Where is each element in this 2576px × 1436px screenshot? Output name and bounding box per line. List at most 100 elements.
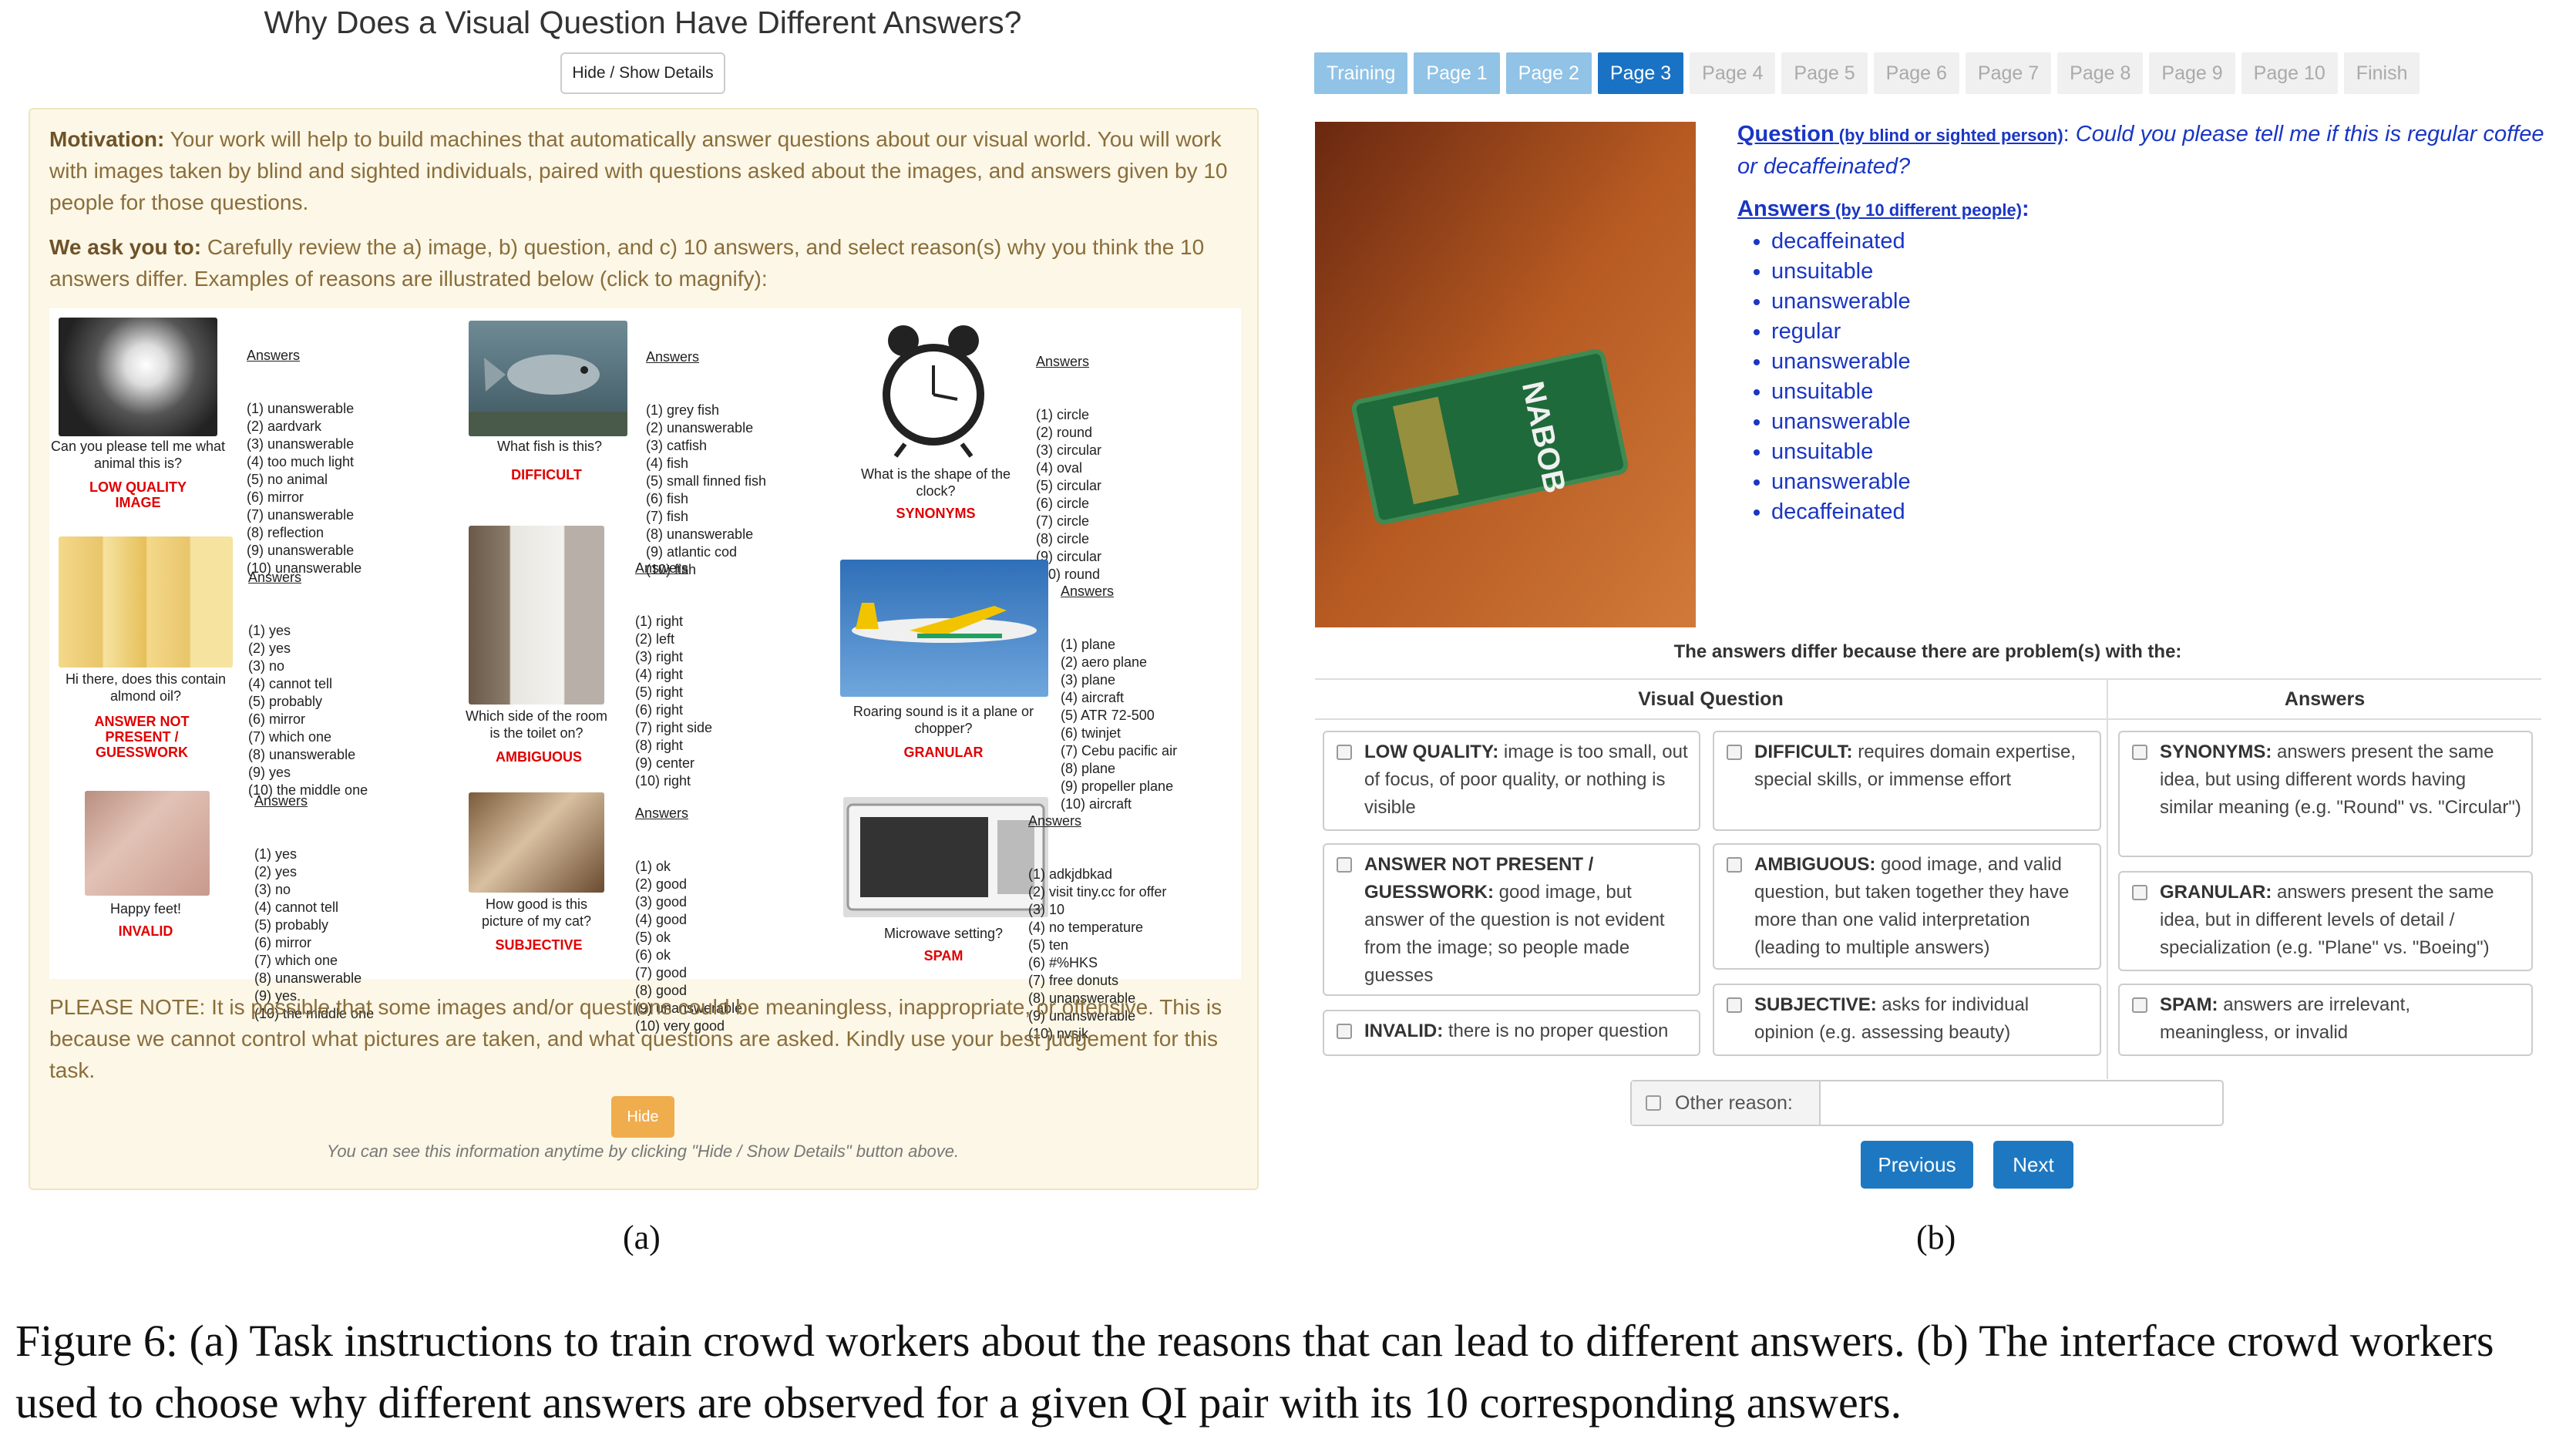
example-caption: What is the shape of the clock? xyxy=(860,466,1011,499)
tab-training[interactable]: Training xyxy=(1314,52,1408,94)
reason-subjective[interactable]: SUBJECTIVE: asks for individual opinion … xyxy=(1713,984,2101,1056)
checkbox[interactable] xyxy=(1337,1024,1352,1039)
answer-item: unsuitable xyxy=(1771,437,2030,467)
other-reason-label[interactable]: Other reason: xyxy=(1632,1081,1821,1125)
checkbox[interactable] xyxy=(1337,857,1352,873)
ask-label: We ask you to: xyxy=(49,235,202,259)
instructions-title: Why Does a Visual Question Have Differen… xyxy=(264,5,1022,40)
other-reason-group: Other reason: xyxy=(1630,1080,2224,1126)
answer-item: decaffeinated xyxy=(1771,227,2030,257)
tab-page-9[interactable]: Page 9 xyxy=(2149,52,2235,94)
example-image-microwave[interactable] xyxy=(843,797,1048,917)
example-image-lotion[interactable] xyxy=(59,536,233,668)
tab-page-10[interactable]: Page 10 xyxy=(2241,52,2338,94)
answers-label: Answers (by 10 different people) xyxy=(1737,197,2023,221)
question-image: NABOB xyxy=(1315,122,1696,627)
tab-page-6[interactable]: Page 6 xyxy=(1873,52,1959,94)
reason-low-quality[interactable]: LOW QUALITY: image is too small, out of … xyxy=(1323,731,1700,831)
tab-page-2[interactable]: Page 2 xyxy=(1505,52,1592,94)
example-reason-answer-not-present: ANSWER NOT PRESENT / GUESSWORK xyxy=(94,714,190,760)
question-block: Question (by blind or sighted person): C… xyxy=(1737,122,2544,179)
reason-spam[interactable]: SPAM: answers are irrelevant, meaningles… xyxy=(2118,984,2533,1056)
example-image-clock[interactable] xyxy=(874,319,993,458)
reason-invalid[interactable]: INVALID: there is no proper question xyxy=(1323,1010,1700,1056)
reason-difficult[interactable]: DIFFICULT: requires domain expertise, sp… xyxy=(1713,731,2101,831)
checkbox[interactable] xyxy=(2132,885,2147,900)
reason-synonyms[interactable]: SYNONYMS: answers present the same idea,… xyxy=(2118,731,2533,857)
tab-page-3[interactable]: Page 3 xyxy=(1597,52,1684,94)
example-image-fish[interactable] xyxy=(469,321,627,436)
reason-ambiguous[interactable]: AMBIGUOUS: good image, and valid questio… xyxy=(1713,843,2101,970)
example-caption: Can you please tell me what animal this … xyxy=(50,439,226,471)
example-caption: Roaring sound is it a plane or chopper? xyxy=(853,704,1034,736)
checkbox[interactable] xyxy=(2132,745,2147,760)
fish-icon xyxy=(469,355,627,436)
answer-item: unanswerable xyxy=(1771,347,2030,377)
example-reason-synonyms: SYNONYMS xyxy=(896,506,976,521)
figure-caption: Figure 6: (a) Task instructions to train… xyxy=(15,1316,2494,1428)
answer-item: unanswerable xyxy=(1771,467,2030,497)
checkbox[interactable] xyxy=(1727,857,1742,873)
column-header-visual-question: Visual Question xyxy=(1315,678,2107,720)
airplane-icon xyxy=(852,603,1037,643)
checkbox[interactable] xyxy=(1337,745,1352,760)
example-caption: Microwave setting? xyxy=(883,926,1004,941)
column-header-answers: Answers xyxy=(2108,678,2541,720)
answer-item: unanswerable xyxy=(1771,407,2030,437)
other-reason-input[interactable] xyxy=(1821,1081,2222,1125)
answer-item: regular xyxy=(1771,317,2030,347)
example-reason-invalid: INVALID xyxy=(118,923,173,939)
tab-page-7[interactable]: Page 7 xyxy=(1965,52,2052,94)
checkbox[interactable] xyxy=(1646,1095,1661,1111)
example-image-cat[interactable] xyxy=(469,792,604,893)
alarm-clock-icon xyxy=(883,325,984,458)
reason-answer-not-present[interactable]: ANSWER NOT PRESENT / GUESSWORK: good ima… xyxy=(1323,843,1700,996)
tab-page-4[interactable]: Page 4 xyxy=(1690,52,1776,94)
question-label: Question (by blind or sighted person) xyxy=(1737,122,2063,146)
example-caption: Hi there, does this contain almond oil? xyxy=(65,671,227,704)
page-tabs: Training Page 1 Page 2 Page 3 Page 4 Pag… xyxy=(1314,52,2420,94)
reason-granular[interactable]: GRANULAR: answers present the same idea,… xyxy=(2118,871,2533,971)
example-image-low-quality[interactable] xyxy=(59,318,217,436)
tab-page-1[interactable]: Page 1 xyxy=(1414,52,1500,94)
answer-item: unanswerable xyxy=(1771,287,2030,317)
hide-show-details-button[interactable]: Hide / Show Details xyxy=(560,52,725,94)
please-note: PLEASE NOTE: It is possible that some im… xyxy=(49,995,1222,1082)
example-caption: Happy feet! xyxy=(109,901,182,916)
sublabel-a: (a) xyxy=(623,1219,661,1256)
example-reason-ambiguous: AMBIGUOUS xyxy=(496,749,582,765)
column-divider xyxy=(2107,678,2108,1079)
ask-paragraph: We ask you to: Carefully review the a) i… xyxy=(49,231,1229,294)
microwave-icon xyxy=(846,803,1045,911)
tab-finish[interactable]: Finish xyxy=(2343,52,2420,94)
answer-item: unsuitable xyxy=(1771,257,2030,287)
hide-button[interactable]: Hide xyxy=(611,1096,674,1138)
ask-text: Carefully review the a) image, b) questi… xyxy=(49,235,1205,291)
example-caption: How good is this picture of my cat? xyxy=(481,896,592,929)
footnote: You can see this information anytime by … xyxy=(326,1142,960,1161)
examples-grid[interactable]: Can you please tell me what animal this … xyxy=(49,308,1241,1041)
coffee-package-photo: NABOB xyxy=(1315,122,1696,627)
example-image-plane[interactable] xyxy=(840,560,1048,697)
example-reason-low-quality: LOW QUALITY IMAGE xyxy=(89,479,187,510)
example-image-feet[interactable] xyxy=(85,791,210,896)
example-caption: Which side of the room is the toilet on? xyxy=(465,708,608,741)
motivation-label: Motivation: xyxy=(49,127,165,151)
checkbox[interactable] xyxy=(1727,745,1742,760)
example-reason-spam: SPAM xyxy=(923,948,963,963)
tab-page-5[interactable]: Page 5 xyxy=(1781,52,1868,94)
previous-button[interactable]: Previous xyxy=(1861,1141,1973,1189)
example-reason-difficult: DIFFICULT xyxy=(511,467,582,483)
tab-page-8[interactable]: Page 8 xyxy=(2057,52,2144,94)
checkbox[interactable] xyxy=(2132,997,2147,1013)
example-image-bathroom[interactable] xyxy=(469,526,604,705)
example-reason-subjective: SUBJECTIVE xyxy=(495,937,583,953)
checkbox[interactable] xyxy=(1727,997,1742,1013)
example-caption: What fish is this? xyxy=(496,439,603,454)
next-button[interactable]: Next xyxy=(1993,1141,2073,1189)
example-reason-granular: GRANULAR xyxy=(903,745,984,760)
answer-item: decaffeinated xyxy=(1771,497,2030,527)
sublabel-b: (b) xyxy=(1916,1219,1956,1256)
motivation-text: Your work will help to build machines th… xyxy=(49,127,1228,214)
answer-item: unsuitable xyxy=(1771,377,2030,407)
